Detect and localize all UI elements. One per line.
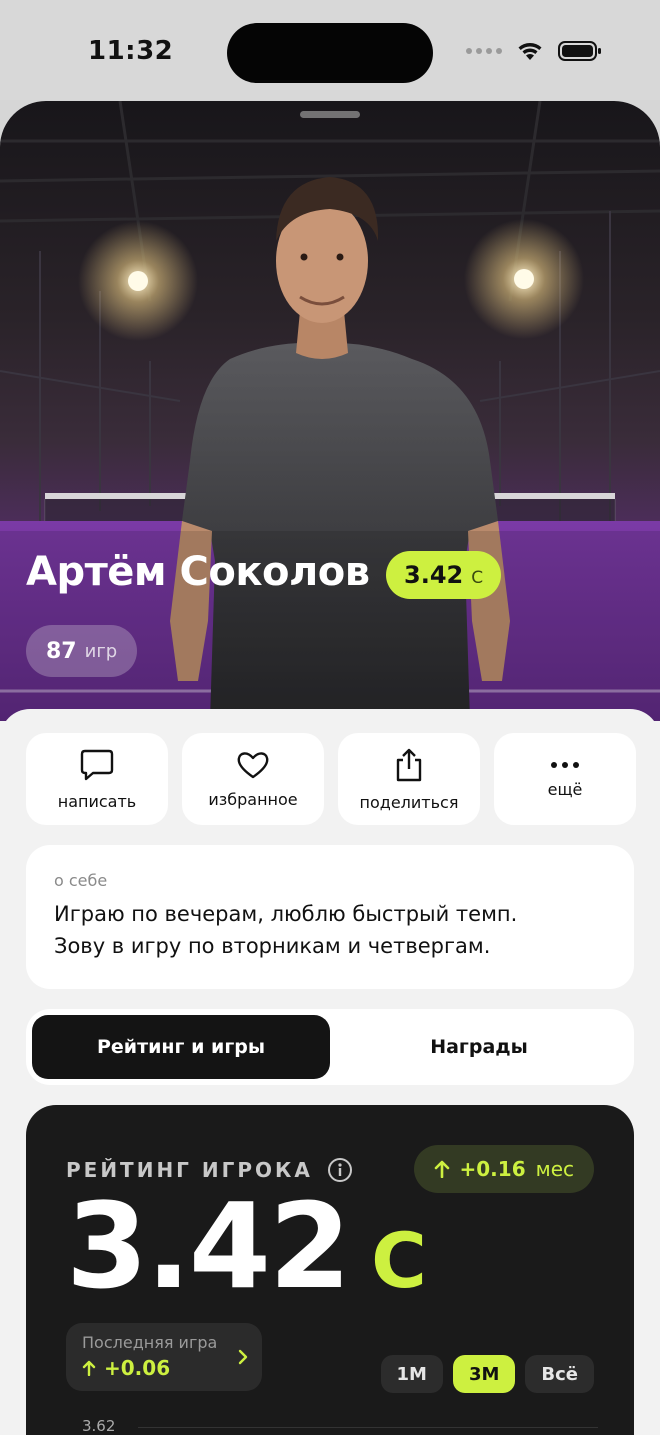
period-1m[interactable]: 1M <box>380 1355 443 1393</box>
arrow-up-icon <box>434 1160 449 1178</box>
period-3m[interactable]: 3M <box>452 1355 516 1393</box>
last-game-delta-row: +0.06 <box>82 1356 246 1380</box>
share-icon <box>396 748 422 781</box>
wifi-icon <box>518 43 542 60</box>
chart-y-tick: 3.62 <box>82 1417 116 1435</box>
last-game-caption: Последняя игра <box>82 1333 218 1352</box>
period-selector: 1M 3M Всё <box>380 1355 594 1393</box>
favorite-button-label: избранное <box>208 789 298 809</box>
profile-sheet: Артём Соколов 3.42 C 87 игр написать изб… <box>0 101 660 1435</box>
about-card: о себе Играю по вечерам, люблю быстрый т… <box>26 845 634 989</box>
status-time: 11:32 <box>88 36 174 66</box>
last-game-button[interactable]: Последняя игра +0.06 <box>66 1323 262 1391</box>
profile-content: написать избранное поделиться ещё о себе… <box>0 709 660 1435</box>
share-button-label: поделиться <box>359 792 459 812</box>
period-all[interactable]: Всё <box>525 1355 594 1393</box>
rating-badge: 3.42 C <box>386 551 502 599</box>
message-button-label: написать <box>57 791 137 811</box>
message-button[interactable]: написать <box>26 733 168 825</box>
monthly-delta-value: +0.16 <box>459 1157 526 1181</box>
about-caption: о себе <box>54 871 108 890</box>
chart-grid-line <box>138 1427 598 1428</box>
about-text-line-2: Зову в игру по вторникам и четвергам. <box>54 934 491 958</box>
last-game-delta: +0.06 <box>104 1356 171 1380</box>
battery-icon <box>558 41 601 61</box>
player-name: Артём Соколов <box>26 549 370 595</box>
more-button-label: ещё <box>547 779 583 799</box>
sheet-grabber[interactable] <box>300 111 360 118</box>
games-count: 87 <box>46 638 77 664</box>
rating-badge-value: 3.42 <box>404 561 464 589</box>
rating-value: 3.42 <box>66 1177 351 1315</box>
favorite-button[interactable]: избранное <box>182 733 324 825</box>
profile-tabs: Рейтинг и игры Награды <box>26 1009 634 1085</box>
action-buttons: написать избранное поделиться ещё <box>26 733 636 825</box>
more-dots-icon <box>551 761 579 768</box>
chat-bubble-icon <box>80 749 114 780</box>
status-icons <box>466 40 602 62</box>
rating-big-value: 3.42 C <box>66 1177 427 1315</box>
monthly-delta-badge: +0.16 мес <box>413 1145 594 1193</box>
games-label: игр <box>84 640 118 662</box>
about-text-line-1: Играю по вечерам, люблю быстрый темп. <box>54 902 518 926</box>
tab-rating-and-games[interactable]: Рейтинг и игры <box>32 1015 330 1079</box>
rating-card: РЕЙТИНГ ИГРОКА +0.16 мес 3.42 C Последня… <box>26 1105 634 1435</box>
arrow-up-icon <box>82 1360 96 1376</box>
tab-awards[interactable]: Награды <box>330 1015 628 1079</box>
chevron-right-icon <box>238 1349 248 1365</box>
rating-level: C <box>371 1216 427 1305</box>
heart-icon <box>237 751 269 778</box>
dynamic-island <box>227 23 433 83</box>
cellular-signal-icon <box>466 48 502 54</box>
monthly-delta-unit: мес <box>535 1157 574 1181</box>
share-button[interactable]: поделиться <box>338 733 480 825</box>
games-count-badge: 87 игр <box>26 625 138 677</box>
more-button[interactable]: ещё <box>494 733 636 825</box>
rating-badge-level: C <box>471 568 484 588</box>
profile-hero: Артём Соколов 3.42 C 87 игр <box>0 101 660 721</box>
status-bar: 11:32 <box>0 0 660 100</box>
